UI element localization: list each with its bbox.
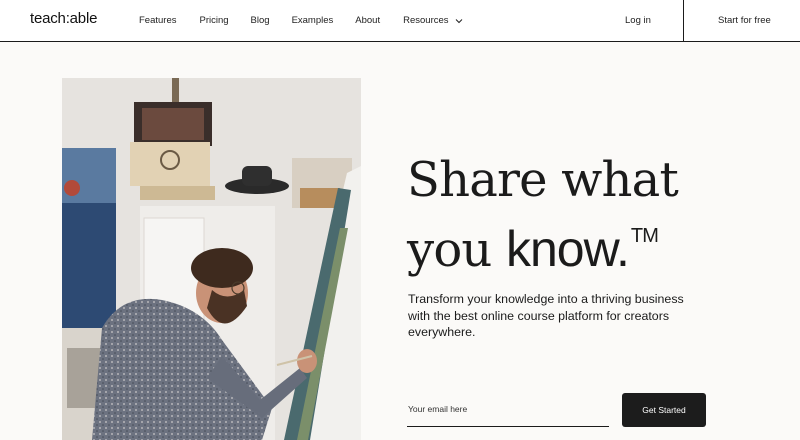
headline-line-1: Share what — [407, 152, 679, 208]
hero-photo-illustration — [62, 78, 361, 440]
hero-headline: Share what you know. TM — [407, 152, 679, 278]
nav-links: Features Pricing Blog Examples About Res… — [139, 15, 463, 26]
nav-divider — [683, 0, 684, 42]
trademark-symbol: TM — [630, 225, 659, 247]
email-input[interactable] — [408, 404, 608, 414]
nav-link-examples[interactable]: Examples — [292, 15, 334, 26]
nav-link-resources[interactable]: Resources — [403, 15, 462, 26]
hero-subtext: Transform your knowledge into a thriving… — [408, 292, 684, 339]
nav-link-pricing[interactable]: Pricing — [200, 15, 229, 26]
teachable-logo[interactable]: teach:able — [30, 10, 97, 27]
get-started-button[interactable]: Get Started — [622, 393, 706, 427]
login-link[interactable]: Log in — [625, 15, 651, 26]
chevron-down-icon — [455, 18, 462, 23]
nav-link-about[interactable]: About — [355, 15, 380, 26]
email-input-underline — [407, 426, 609, 427]
hero-photo — [62, 78, 361, 440]
headline-you: you — [407, 222, 492, 278]
top-nav: teach:able Features Pricing Blog Example… — [0, 0, 800, 42]
headline-line-2: you know. TM — [407, 208, 678, 278]
nav-link-features[interactable]: Features — [139, 15, 177, 26]
nav-link-blog[interactable]: Blog — [251, 15, 270, 26]
start-for-free-link[interactable]: Start for free — [718, 15, 771, 26]
nav-link-resources-label: Resources — [403, 15, 449, 26]
headline-know: know. — [506, 221, 630, 277]
